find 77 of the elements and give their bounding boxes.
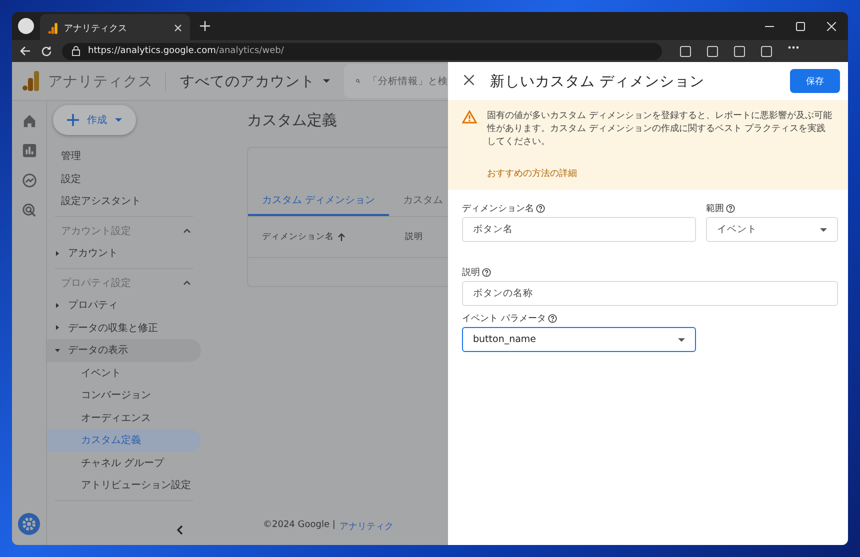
- input-field[interactable]: ボタンの名称: [462, 281, 838, 306]
- section-label: プロパティ設定: [61, 276, 131, 290]
- field-label: 範囲: [706, 202, 724, 216]
- settings-icon[interactable]: [18, 513, 40, 535]
- column-header[interactable]: 説明: [405, 231, 423, 243]
- close-tab-icon[interactable]: [174, 24, 182, 32]
- address-bar[interactable]: https://analytics.google.com/analytics/web/: [62, 42, 662, 60]
- sidebar-item[interactable]: アトリビューション設定: [47, 474, 201, 496]
- sidebar-item[interactable]: 設定アシスタント: [47, 190, 201, 212]
- sidebar-item[interactable]: コンバージョン: [47, 384, 201, 406]
- warning-icon: [462, 110, 477, 124]
- browser-tab[interactable]: アナリティクス: [40, 14, 190, 42]
- caret-icon[interactable]: [323, 79, 330, 83]
- learn-more-link[interactable]: おすすめの方法の詳細: [487, 167, 834, 180]
- tab[interactable]: カスタム ディメンション: [248, 188, 390, 216]
- expand-arrow-icon[interactable]: [55, 348, 60, 353]
- reports-icon[interactable]: [22, 143, 36, 158]
- advertising-icon[interactable]: [22, 203, 36, 218]
- sidebar-item[interactable]: アカウント: [68, 246, 118, 260]
- drawer-title: 新しいカスタム ディメンション: [490, 72, 706, 90]
- create-button[interactable]: 作成: [53, 105, 136, 135]
- section-label: アカウント設定: [61, 224, 131, 238]
- field-label: 説明: [462, 266, 480, 280]
- sidebar-item[interactable]: データの収集と修正: [68, 320, 158, 335]
- new-tab-icon[interactable]: [200, 21, 210, 31]
- sidebar-item[interactable]: イベント: [47, 362, 201, 384]
- home-icon[interactable]: [22, 113, 36, 128]
- profile-avatar[interactable]: [18, 18, 34, 34]
- sidebar-item[interactable]: 設定: [47, 168, 201, 190]
- expand-arrow-icon[interactable]: [55, 302, 60, 308]
- sidebar-item[interactable]: チャネル グループ: [47, 452, 201, 474]
- sidebar-item[interactable]: プロパティ: [68, 298, 118, 312]
- caret-icon: [820, 228, 827, 232]
- search-placeholder: 「分析情報」と検: [368, 74, 448, 88]
- expand-arrow-icon[interactable]: [55, 250, 60, 256]
- explore-icon[interactable]: [22, 173, 36, 188]
- save-button[interactable]: 保存: [790, 69, 840, 93]
- help-icon[interactable]: [482, 268, 491, 278]
- page-title: カスタム定義: [247, 111, 338, 130]
- input-field[interactable]: ボタン名: [462, 217, 696, 242]
- chevron-icon[interactable]: [183, 280, 191, 286]
- caret-icon: [115, 118, 122, 122]
- caret-icon: [678, 338, 685, 342]
- dropdown[interactable]: イベント: [706, 217, 838, 242]
- url-text: https://analytics.google.com/analytics/web/: [88, 46, 284, 56]
- copyright-text: ©2024 Google |: [263, 520, 336, 532]
- reload-icon[interactable]: [41, 46, 52, 56]
- field-label: イベント パラメータ: [462, 313, 546, 326]
- tab-title: アナリティクス: [64, 22, 128, 34]
- lock-icon: [72, 46, 80, 56]
- account-selector[interactable]: すべてのアカウント: [174, 72, 315, 90]
- close-icon[interactable]: [827, 22, 836, 30]
- sidebar-item[interactable]: オーディエンス: [47, 406, 201, 429]
- app-title: アナリティクス: [48, 72, 166, 90]
- expand-arrow-icon[interactable]: [55, 325, 60, 330]
- help-icon[interactable]: [726, 204, 735, 214]
- help-icon[interactable]: [548, 314, 557, 324]
- collapse-icon[interactable]: [177, 525, 183, 535]
- more-icon[interactable]: [788, 46, 799, 48]
- column-header[interactable]: ディメンション名: [262, 231, 334, 243]
- search-field[interactable]: 「分析情報」と検: [344, 64, 448, 98]
- chevron-icon[interactable]: [183, 228, 191, 234]
- maximize-icon[interactable]: [796, 22, 805, 30]
- help-icon[interactable]: [536, 204, 545, 214]
- tab[interactable]: カスタム: [389, 188, 448, 216]
- plus-icon: [67, 114, 79, 126]
- footer-link[interactable]: アナリティク: [339, 520, 394, 533]
- field-label: ディメンション名: [462, 202, 534, 216]
- sort-arrow-icon[interactable]: [338, 233, 345, 241]
- dropdown[interactable]: button_name: [462, 327, 696, 352]
- bar-chart-logo-icon: [22, 71, 40, 91]
- back-icon[interactable]: [20, 46, 31, 56]
- sidebar-item[interactable]: 管理: [47, 145, 201, 168]
- close-icon: [464, 75, 474, 85]
- sidebar-item[interactable]: カスタム定義: [47, 429, 201, 452]
- warning-text: 固有の値が多いカスタム ディメンションを登録すると、レポートに悪影響が及ぶ可能性があります。カスタム ディメンションの作成に関するベスト プラクティスを実践してください。: [487, 110, 833, 150]
- bar-chart-icon: [48, 22, 58, 34]
